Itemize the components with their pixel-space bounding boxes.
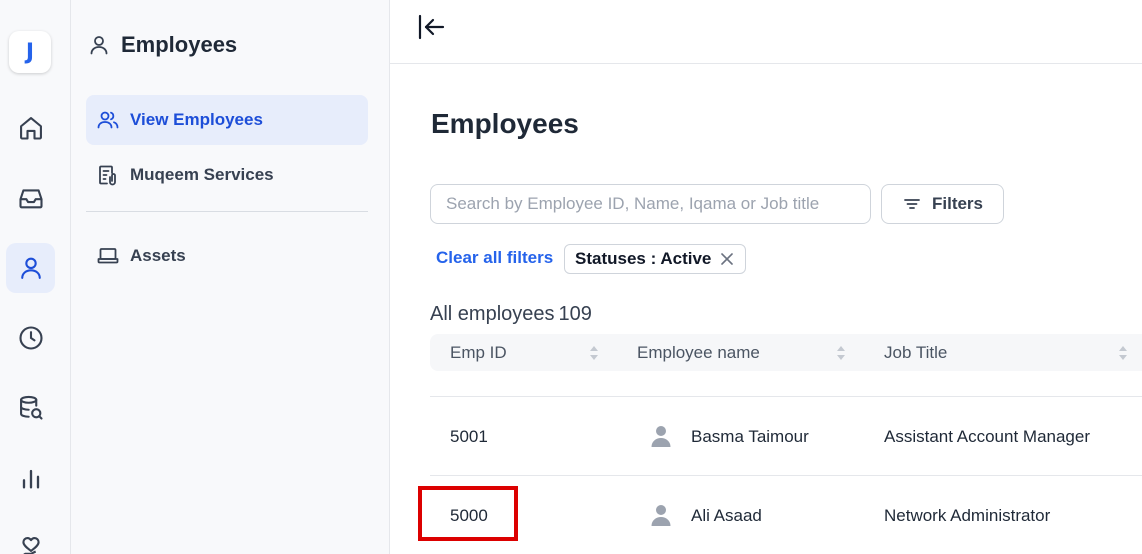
sidebar-divider <box>86 211 368 212</box>
document-clip-icon <box>99 165 116 186</box>
database-search-icon <box>19 395 43 420</box>
employee-count-label: All employees 109 <box>430 303 592 326</box>
finance-nav-button[interactable] <box>6 383 55 433</box>
heart-hand-icon <box>21 537 40 554</box>
bar-chart-icon <box>22 469 39 489</box>
status-filter-chip: Statuses : Active <box>564 244 747 274</box>
employee-name-cell[interactable]: Basma Taimour <box>691 397 809 476</box>
avatar-icon <box>651 505 671 526</box>
sort-icon[interactable] <box>1118 343 1128 363</box>
column-header-emp-id[interactable]: Emp ID <box>450 334 507 371</box>
table-header: Emp ID Employee name Job Title <box>430 334 1142 371</box>
highlight-box <box>418 486 518 541</box>
home-nav-button[interactable] <box>6 103 55 153</box>
page-title: Employees <box>431 108 579 139</box>
employees-nav-button[interactable] <box>6 243 55 293</box>
table-row[interactable]: 5000 Ali Asaad Network Administrator <box>430 475 1142 554</box>
icon-rail: J <box>0 0 71 554</box>
benefits-nav-button[interactable] <box>6 523 55 554</box>
top-bar <box>390 0 1142 64</box>
clock-icon <box>18 326 43 350</box>
filters-button-label: Filters <box>931 194 984 213</box>
sidebar-item-label: Assets <box>130 246 186 265</box>
employees-side-panel: Employees View Employees Muqeem Services… <box>71 0 390 554</box>
clear-all-filters-link[interactable]: Clear all filters <box>436 248 553 268</box>
sidebar-item-label: View Employees <box>130 110 263 129</box>
avatar-icon <box>651 426 671 447</box>
reports-nav-button[interactable] <box>6 453 55 503</box>
all-employees-label: All employees <box>430 303 555 325</box>
sidebar-item-muqeem-services[interactable]: Muqeem Services <box>86 150 368 200</box>
sort-icon[interactable] <box>589 343 599 363</box>
laptop-icon <box>97 248 119 264</box>
app-logo[interactable]: J <box>9 31 51 73</box>
filter-chip-label: Statuses : Active <box>575 249 712 268</box>
filter-lines-icon <box>904 199 920 209</box>
employee-name-cell[interactable]: Ali Asaad <box>691 476 762 554</box>
close-icon[interactable] <box>719 251 735 267</box>
inbox-nav-button[interactable] <box>6 173 55 223</box>
emp-id-cell: 5001 <box>450 426 488 446</box>
panel-header: Employees <box>87 32 237 58</box>
inbox-icon <box>18 189 43 209</box>
collapse-sidebar-icon[interactable] <box>416 12 446 42</box>
sidebar-item-assets[interactable]: Assets <box>86 231 368 281</box>
filters-button[interactable]: Filters <box>881 184 1004 224</box>
time-nav-button[interactable] <box>6 313 55 363</box>
job-title-cell: Assistant Account Manager <box>884 426 1091 446</box>
sidebar-item-label: Muqeem Services <box>130 165 274 184</box>
home-icon <box>19 117 42 140</box>
panel-title: Employees <box>121 32 238 57</box>
sidebar-item-view-employees[interactable]: View Employees <box>86 95 368 145</box>
column-header-employee-name[interactable]: Employee name <box>637 334 760 371</box>
search-input[interactable] <box>430 184 871 224</box>
user-icon <box>90 36 108 55</box>
job-title-cell: Network Administrator <box>884 505 1051 525</box>
employee-count: 109 <box>558 303 592 325</box>
users-icon <box>97 111 119 129</box>
table-row[interactable]: 5001 Basma Taimour Assistant Account Man… <box>430 396 1142 475</box>
user-icon <box>20 257 41 279</box>
sort-icon[interactable] <box>836 343 846 363</box>
column-header-job-title[interactable]: Job Title <box>884 334 947 371</box>
